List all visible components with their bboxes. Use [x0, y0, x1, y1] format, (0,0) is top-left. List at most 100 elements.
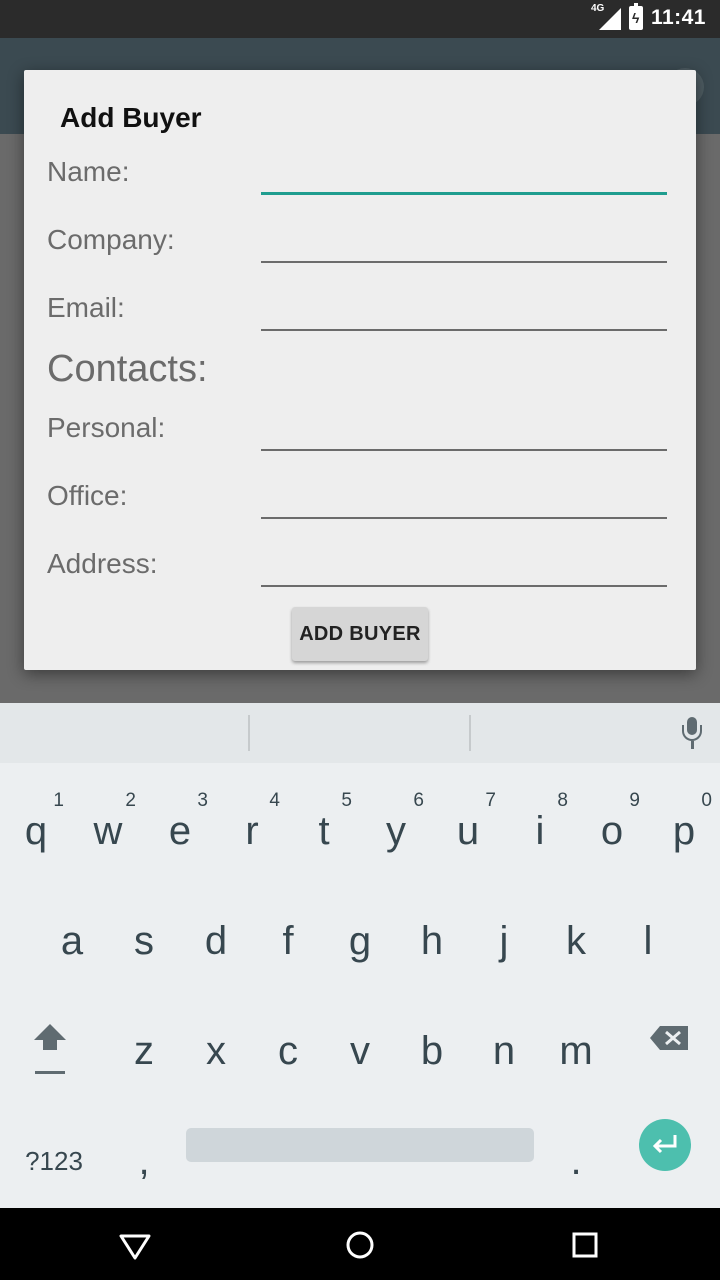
key-number-hint: 9	[629, 790, 640, 811]
personal-label: Personal:	[47, 412, 166, 443]
key-c[interactable]: c	[252, 1000, 324, 1100]
key-m[interactable]: m	[540, 1000, 612, 1100]
shift-key[interactable]	[14, 1008, 86, 1108]
office-label: Office:	[47, 480, 128, 511]
dialog-title: Add Buyer	[60, 102, 202, 133]
key-p[interactable]: p0	[648, 780, 720, 880]
comma-key[interactable]: ,	[108, 1110, 180, 1210]
key-label: x	[206, 1029, 226, 1073]
microphone-icon[interactable]	[680, 717, 704, 753]
key-j[interactable]: j	[468, 890, 540, 990]
enter-arrow-icon	[652, 1135, 677, 1154]
key-label: e	[168, 809, 192, 853]
key-number-hint: 6	[413, 790, 424, 811]
key-label: z	[134, 1029, 154, 1073]
key-a[interactable]: a	[36, 890, 108, 990]
enter-key[interactable]	[639, 1119, 691, 1171]
suggestion-strip	[0, 703, 720, 763]
key-w[interactable]: w2	[72, 780, 144, 880]
cellular-signal-icon: 4G	[591, 3, 621, 30]
clock: 11:41	[650, 6, 706, 29]
key-f[interactable]: f	[252, 890, 324, 990]
key-d[interactable]: d	[180, 890, 252, 990]
name-label: Name:	[47, 156, 130, 187]
key-label: b	[420, 1029, 444, 1073]
key-y[interactable]: y6	[360, 780, 432, 880]
key-q[interactable]: q1	[0, 780, 72, 880]
home-icon[interactable]	[343, 1228, 377, 1262]
key-number-hint: 7	[485, 790, 496, 811]
key-label: n	[492, 1029, 516, 1073]
key-label: o	[600, 809, 624, 853]
office-phone-field[interactable]	[261, 479, 667, 519]
key-n[interactable]: n	[468, 1000, 540, 1100]
key-number-hint: 0	[701, 790, 712, 811]
key-o[interactable]: o9	[576, 780, 648, 880]
key-v[interactable]: v	[324, 1000, 396, 1100]
key-r[interactable]: r4	[216, 780, 288, 880]
period-key-label: .	[570, 1139, 582, 1183]
key-label: g	[348, 919, 372, 963]
key-b[interactable]: b	[396, 1000, 468, 1100]
key-label: v	[350, 1029, 370, 1073]
key-label: k	[566, 919, 586, 963]
key-l[interactable]: l	[612, 890, 684, 990]
backspace-icon	[650, 1026, 688, 1050]
key-s[interactable]: s	[108, 890, 180, 990]
suggestion-divider	[248, 715, 250, 751]
key-label: u	[456, 809, 480, 853]
key-label: t	[318, 809, 330, 853]
personal-phone-field[interactable]	[261, 411, 667, 451]
key-label: d	[204, 919, 228, 963]
key-number-hint: 1	[53, 790, 64, 811]
key-label: s	[134, 919, 154, 963]
key-number-hint: 3	[197, 790, 208, 811]
key-k[interactable]: k	[540, 890, 612, 990]
company-label: Company:	[47, 224, 175, 255]
key-label: w	[93, 809, 123, 853]
battery-charging-icon: ϟ	[628, 3, 643, 30]
key-h[interactable]: h	[396, 890, 468, 990]
email-label: Email:	[47, 292, 125, 323]
key-u[interactable]: u7	[432, 780, 504, 880]
email-field[interactable]	[261, 291, 667, 331]
spacebar[interactable]	[186, 1128, 534, 1162]
key-i[interactable]: i8	[504, 780, 576, 880]
key-label: j	[499, 919, 509, 963]
key-z[interactable]: z	[108, 1000, 180, 1100]
key-label: a	[60, 919, 84, 963]
recents-icon[interactable]	[568, 1228, 602, 1262]
add-buyer-button[interactable]: ADD BUYER	[292, 607, 428, 661]
period-key[interactable]: .	[540, 1110, 612, 1210]
key-number-hint: 2	[125, 790, 136, 811]
add-buyer-dialog: Add Buyer Name: Company: Email: Contacts…	[24, 70, 696, 670]
back-icon[interactable]	[118, 1228, 152, 1262]
key-label: h	[420, 919, 444, 963]
symbols-key[interactable]: ?123	[18, 1110, 90, 1210]
status-bar: 4G ϟ 11:41	[0, 0, 720, 38]
symbols-key-label: ?123	[25, 1146, 83, 1176]
name-field[interactable]	[261, 155, 667, 195]
suggestion-divider	[469, 715, 471, 751]
shift-arrow-icon	[34, 1024, 66, 1074]
key-t[interactable]: t5	[288, 780, 360, 880]
soft-keyboard: q1w2e3r4t5y6u7i8o9p0 asdfghjkl zxcvbnm ?…	[0, 703, 720, 1208]
address-label: Address:	[47, 548, 158, 579]
key-number-hint: 4	[269, 790, 280, 811]
comma-key-label: ,	[138, 1139, 150, 1183]
key-label: i	[535, 809, 545, 853]
key-g[interactable]: g	[324, 890, 396, 990]
key-label: q	[24, 809, 48, 853]
key-e[interactable]: e3	[144, 780, 216, 880]
address-field[interactable]	[261, 547, 667, 587]
key-label: m	[559, 1029, 593, 1073]
navigation-bar	[0, 1208, 720, 1280]
key-label: y	[386, 809, 406, 853]
key-number-hint: 8	[557, 790, 568, 811]
backspace-key[interactable]	[634, 1008, 706, 1108]
contacts-heading: Contacts:	[47, 348, 208, 390]
key-label: c	[278, 1029, 298, 1073]
company-field[interactable]	[261, 223, 667, 263]
key-number-hint: 5	[341, 790, 352, 811]
key-x[interactable]: x	[180, 1000, 252, 1100]
